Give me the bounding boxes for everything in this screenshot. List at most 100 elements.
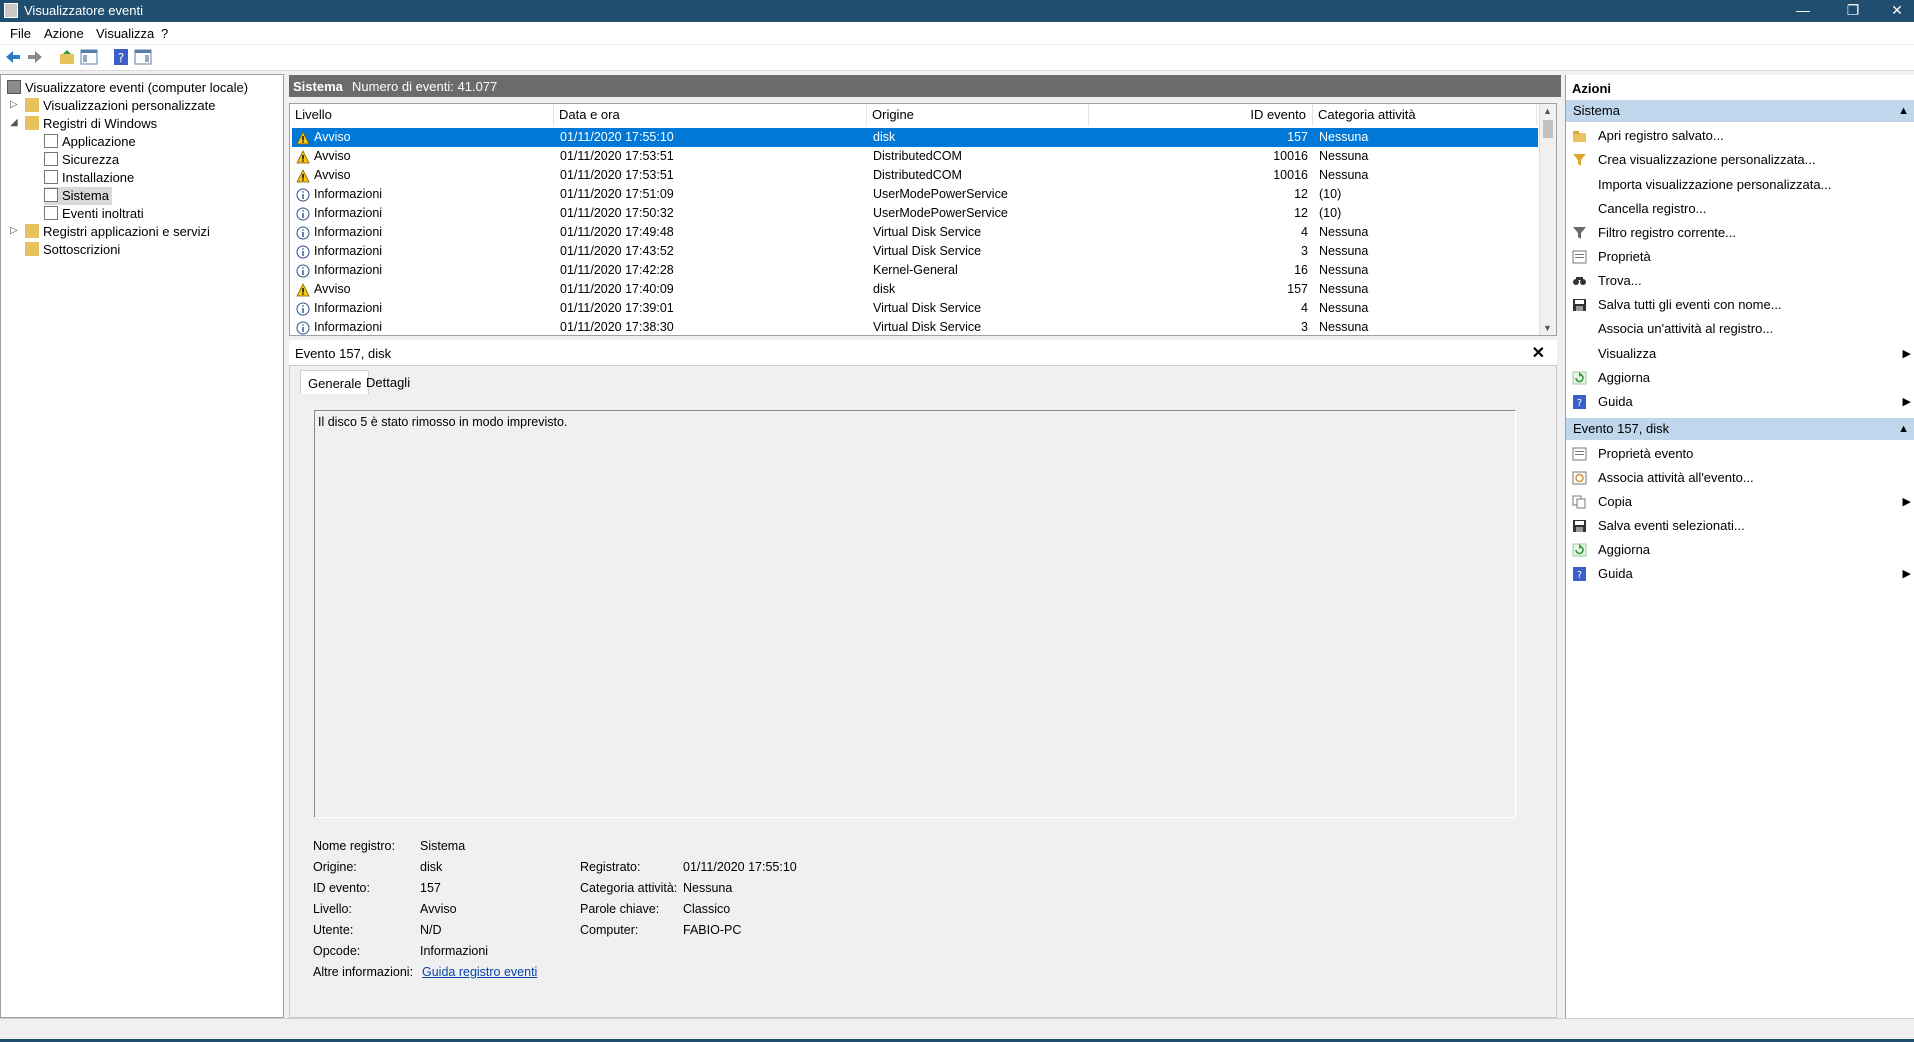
close-detail-icon[interactable]: ✕: [1532, 343, 1545, 363]
folder-up-icon[interactable]: [58, 48, 76, 66]
maximize-button[interactable]: ❐: [1830, 0, 1876, 22]
collapse-icon[interactable]: ▲: [1898, 100, 1909, 122]
menu-help[interactable]: ?: [161, 26, 168, 41]
close-button[interactable]: ✕: [1874, 0, 1914, 22]
table-row[interactable]: Avviso 01/11/2020 17:40:09 disk 157 Nessuna: [292, 280, 1538, 299]
scroll-up-icon[interactable]: ▲: [1543, 106, 1552, 116]
action-label: Salva tutti gli eventi con nome...: [1598, 297, 1782, 312]
description-text: Il disco 5 è stato rimosso in modo impre…: [318, 415, 568, 429]
collapse-icon[interactable]: ◢: [10, 117, 18, 128]
table-row[interactable]: Informazioni 01/11/2020 17:39:01 Virtual D…: [292, 299, 1538, 318]
table-row[interactable]: Avviso 01/11/2020 17:53:51 DistributedCOM 1…: [292, 147, 1538, 166]
scroll-down-icon[interactable]: ▼: [1543, 323, 1552, 333]
action-item[interactable]: Proprietà: [1566, 246, 1914, 268]
action-item[interactable]: Crea visualizzazione personalizzata...: [1566, 149, 1914, 171]
table-row[interactable]: Avviso 01/11/2020 17:53:51 DistributedCOM 1…: [292, 166, 1538, 185]
log-icon: [44, 152, 58, 166]
action-label: Filtro registro corrente...: [1598, 225, 1736, 240]
tree-custom-views[interactable]: Visualizzazioni personalizzate: [25, 97, 215, 115]
menu-azione[interactable]: Azione: [44, 26, 84, 41]
menu-file[interactable]: File: [10, 26, 31, 41]
field-label: ID evento:: [313, 881, 370, 895]
field-task: Nessuna: [683, 881, 733, 895]
help-icon: ?: [1573, 567, 1586, 581]
action-label: Proprietà evento: [1598, 446, 1694, 461]
table-row[interactable]: Avviso 01/11/2020 17:55:10 disk 157 Nessuna: [292, 128, 1538, 147]
tree-log-installazione[interactable]: Installazione: [44, 169, 134, 187]
app-icon: [4, 3, 18, 18]
log-icon: [44, 170, 58, 184]
find-icon: [1573, 277, 1586, 285]
action-item[interactable]: Apri registro salvato...: [1566, 125, 1914, 147]
action-item[interactable]: Salva eventi selezionati...: [1566, 515, 1914, 537]
back-icon[interactable]: [4, 48, 22, 66]
expand-icon[interactable]: ▷: [10, 99, 18, 110]
log-name: Sistema: [293, 79, 343, 94]
cell-datetime: 01/11/2020 17:53:51: [560, 149, 674, 163]
tab-dettagli[interactable]: Dettagli: [359, 370, 417, 394]
action-item[interactable]: Aggiorna: [1566, 539, 1914, 561]
field-keywords: Classico: [683, 902, 731, 916]
field-opcode: Informazioni: [420, 944, 489, 958]
action-item[interactable]: Importa visualizzazione personalizzata..…: [1566, 174, 1914, 196]
action-item[interactable]: Associa attività all'evento...: [1566, 467, 1914, 489]
tree-root-label: Visualizzatore eventi (computer locale): [25, 80, 249, 95]
action-item[interactable]: Proprietà evento: [1566, 443, 1914, 465]
column-header-source[interactable]: Origine: [867, 104, 1089, 126]
warning-icon: [296, 169, 310, 183]
tree-log-sicurezza[interactable]: Sicurezza: [44, 151, 119, 169]
show-hide-tree-icon[interactable]: [80, 48, 98, 66]
action-item[interactable]: ? Guida ▶: [1566, 563, 1914, 585]
action-item[interactable]: Cancella registro...: [1566, 198, 1914, 220]
expand-icon[interactable]: ▷: [10, 225, 18, 236]
task-icon: [1572, 471, 1587, 485]
cell-category: Nessuna: [1319, 301, 1369, 315]
save-icon: [1573, 299, 1586, 311]
action-item[interactable]: Associa un'attività al registro...: [1566, 318, 1914, 340]
actions-section-sistema[interactable]: Sistema ▲: [1566, 100, 1914, 122]
show-hide-actions-icon[interactable]: [134, 48, 152, 66]
help-icon[interactable]: ?: [112, 48, 130, 66]
forward-icon[interactable]: [26, 48, 44, 66]
table-row[interactable]: Informazioni 01/11/2020 17:50:32 UserModeP…: [292, 204, 1538, 223]
action-item[interactable]: Aggiorna: [1566, 367, 1914, 389]
column-header-event-id[interactable]: ID evento: [1089, 104, 1313, 126]
menu-visualizza[interactable]: Visualizza: [96, 26, 154, 41]
tree-subscriptions[interactable]: Sottoscrizioni: [25, 241, 120, 259]
action-label: Copia: [1598, 494, 1632, 509]
tree-log-eventi-inoltrati[interactable]: Eventi inoltrati: [44, 205, 144, 223]
menu-bar: File Azione Visualizza ?: [0, 22, 1914, 44]
action-item[interactable]: Filtro registro corrente...: [1566, 222, 1914, 244]
actions-section-event[interactable]: Evento 157, disk ▲: [1566, 418, 1914, 440]
column-header-datetime[interactable]: Data e ora: [554, 104, 867, 126]
event-list: Livello Data e ora Origine ID evento Cat…: [289, 103, 1557, 336]
info-icon: [296, 264, 310, 278]
vertical-scrollbar[interactable]: ▲ ▼: [1539, 104, 1556, 335]
action-item[interactable]: Visualizza ▶: [1566, 343, 1914, 365]
action-item[interactable]: ? Guida ▶: [1566, 391, 1914, 413]
action-item[interactable]: Salva tutti gli eventi con nome...: [1566, 294, 1914, 316]
event-log-help-link[interactable]: Guida registro eventi: [422, 965, 537, 979]
tree-windows-logs[interactable]: Registri di Windows: [25, 115, 157, 133]
info-icon: [296, 207, 310, 221]
collapse-icon[interactable]: ▲: [1898, 418, 1909, 440]
action-item[interactable]: Copia ▶: [1566, 491, 1914, 513]
column-header-level[interactable]: Livello: [290, 104, 554, 126]
field-label: Parole chiave:: [580, 902, 660, 916]
cell-source: Kernel-General: [873, 263, 958, 277]
column-header-task-category[interactable]: Categoria attività: [1313, 104, 1537, 126]
tree-root[interactable]: Visualizzatore eventi (computer locale): [7, 79, 248, 97]
table-row[interactable]: Informazioni 01/11/2020 17:51:09 UserModeP…: [292, 185, 1538, 204]
tree-log-sistema[interactable]: Sistema: [44, 187, 112, 205]
minimize-button[interactable]: —: [1780, 0, 1826, 22]
table-row[interactable]: Informazioni 01/11/2020 17:42:28 Kernel-Ge…: [292, 261, 1538, 280]
cell-event-id: 12: [1294, 206, 1308, 220]
tree-log-applicazione[interactable]: Applicazione: [44, 133, 136, 151]
scroll-thumb[interactable]: [1543, 120, 1553, 138]
cell-source: disk: [873, 282, 896, 296]
table-row[interactable]: Informazioni 01/11/2020 17:43:52 Virtual D…: [292, 242, 1538, 261]
tree-app-services[interactable]: Registri applicazioni e servizi: [25, 223, 210, 241]
action-item[interactable]: Trova...: [1566, 270, 1914, 292]
table-row[interactable]: Informazioni 01/11/2020 17:49:48 Virtual D…: [292, 223, 1538, 242]
table-row[interactable]: Informazioni 01/11/2020 17:38:30 Virtual D…: [292, 318, 1538, 335]
